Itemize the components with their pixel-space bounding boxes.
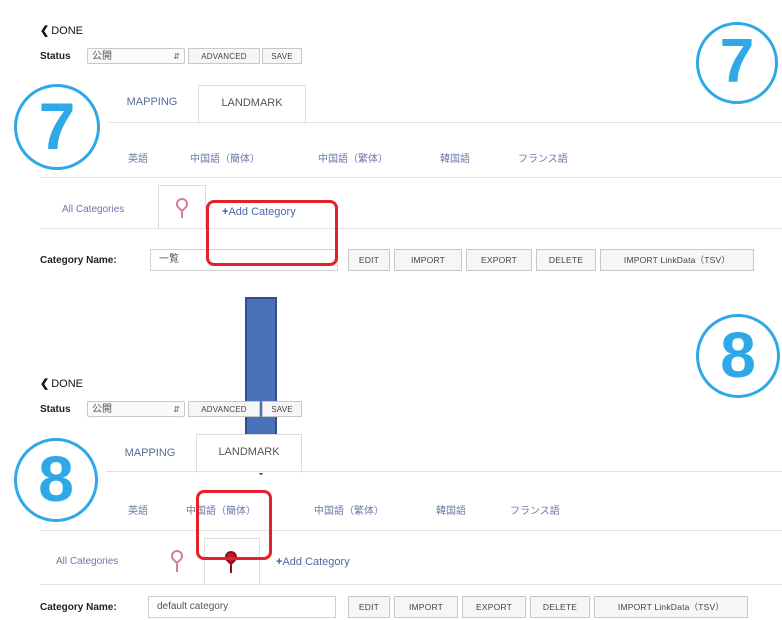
status-select[interactable]: 公開 ⇵ [87,48,185,64]
lang-tab-chinese-simplified[interactable]: 中国語（簡体） [190,150,260,165]
import-linkdata-button[interactable]: IMPORT LinkData（TSV） [600,249,754,271]
import-button[interactable]: IMPORT [394,596,458,618]
category-divider [40,228,782,229]
tabs-divider [106,471,782,472]
step-7-badge-corner: 7 [696,22,778,104]
edit-button[interactable]: EDIT [348,596,390,618]
import-button[interactable]: IMPORT [394,249,462,271]
pin-stem [176,564,178,572]
chevron-left-icon: ❮ [40,25,50,37]
lang-tab-korean[interactable]: 韓国語 [440,150,470,165]
pin-stem [181,212,183,218]
step-8-badge: 8 [14,438,98,522]
export-button[interactable]: EXPORT [462,596,526,618]
status-select[interactable]: 公開 ⇵ [87,401,185,417]
tab-all-categories[interactable]: All Categories [56,556,118,567]
tab-landmark[interactable]: LANDMARK [198,85,306,124]
done-link[interactable]: ❮ DONE [40,377,83,390]
select-arrows-icon: ⇵ [173,52,180,61]
step-8-badge-corner: 8 [696,314,780,398]
delete-button[interactable]: DELETE [530,596,590,618]
lang-tab-chinese-traditional[interactable]: 中国語（繁体） [318,150,388,165]
category-divider [40,584,782,585]
advanced-button[interactable]: ADVANCED [188,48,260,64]
tab-mapping[interactable]: MAPPING [106,446,194,470]
chevron-left-icon: ❮ [40,378,50,390]
step-7-badge: 7 [14,84,100,170]
select-arrows-icon: ⇵ [173,405,180,414]
map-pin-icon [173,195,191,213]
highlight-add-category [206,200,338,266]
save-button[interactable]: SAVE [262,401,302,417]
lang-tab-french[interactable]: フランス語 [518,150,568,165]
lang-tab-korean[interactable]: 韓国語 [436,502,466,517]
done-link[interactable]: ❮ DONE [40,24,83,37]
lang-tab-french[interactable]: フランス語 [510,502,560,517]
advanced-button[interactable]: ADVANCED [188,401,260,417]
lang-tab-english[interactable]: 英語 [128,502,148,517]
category-pin-tab[interactable] [158,185,206,228]
pin-stem [230,565,232,573]
tab-mapping[interactable]: MAPPING [108,95,196,119]
lang-tab-chinese-traditional[interactable]: 中国語（繁体） [314,502,384,517]
status-label: Status [40,51,71,62]
edit-button[interactable]: EDIT [348,249,390,271]
lang-tab-english[interactable]: 英語 [128,150,148,165]
category-name-input[interactable]: default category [148,596,336,618]
category-name-label: Category Name: [40,255,117,266]
map-pin-icon [168,547,186,565]
tab-all-categories[interactable]: All Categories [62,204,124,215]
status-label: Status [40,404,71,415]
import-linkdata-button[interactable]: IMPORT LinkData（TSV） [594,596,748,618]
highlight-pin-tab [196,490,272,560]
export-button[interactable]: EXPORT [466,249,532,271]
delete-button[interactable]: DELETE [536,249,596,271]
save-button[interactable]: SAVE [262,48,302,64]
lang-divider [40,530,782,531]
add-category-button[interactable]: +Add Category [276,556,350,568]
category-name-label: Category Name: [40,602,117,613]
tab-landmark[interactable]: LANDMARK [196,434,302,473]
lang-divider [40,177,782,178]
tabs-divider [108,122,782,123]
